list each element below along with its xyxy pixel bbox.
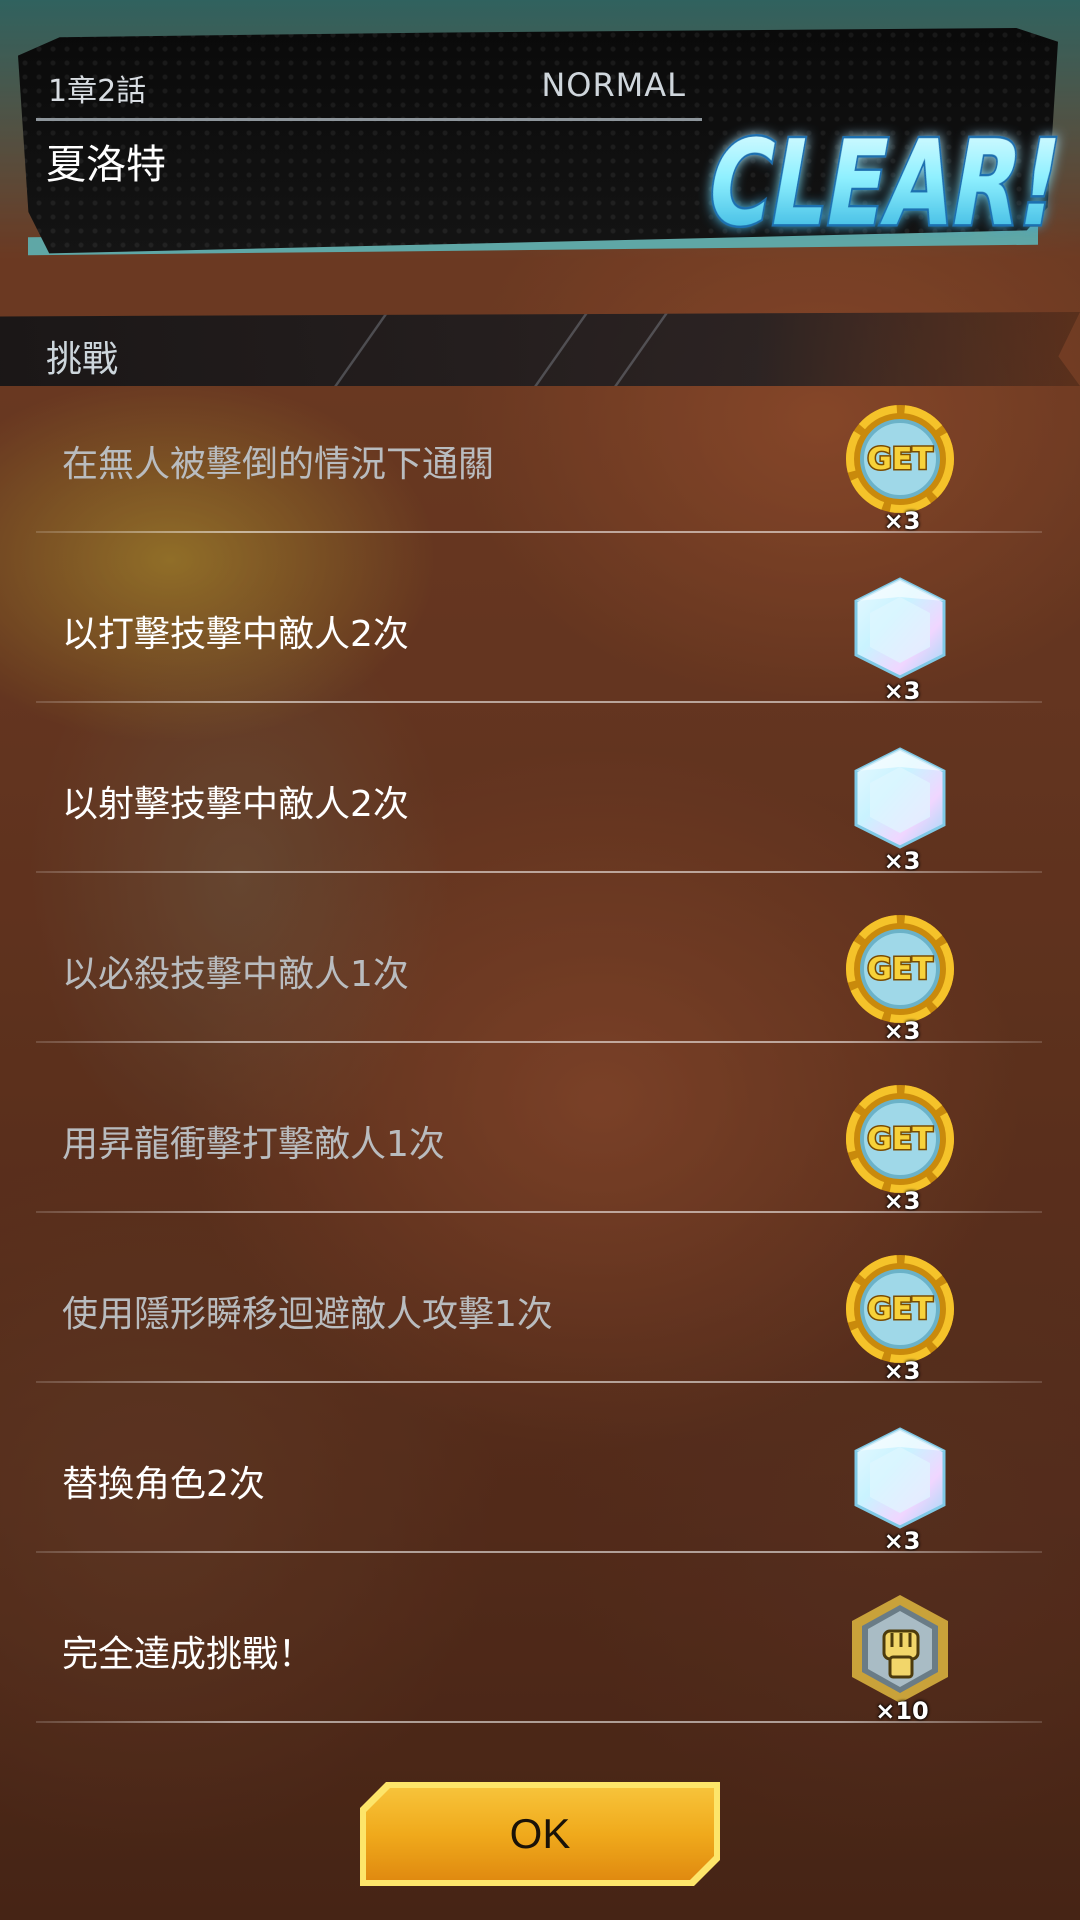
row-divider — [36, 701, 1042, 703]
get-medal-icon: GET — [840, 909, 960, 1029]
get-medal-icon: GET — [840, 399, 960, 519]
row-divider — [36, 531, 1042, 533]
challenge-label: 以必殺技擊中敵人1次 — [62, 954, 409, 995]
ok-button-label: OK — [509, 1810, 571, 1857]
challenge-row: 以打擊技擊中敵人2次 ×3 — [0, 575, 1080, 745]
header-divider — [36, 118, 702, 121]
challenge-label: 以打擊技擊中敵人2次 — [62, 614, 409, 655]
get-medal-label: GET — [867, 1122, 933, 1157]
chapter-label: 1章2話 — [48, 74, 147, 109]
get-medal-label: GET — [867, 442, 933, 477]
challenge-label: 在無人被擊倒的情況下通關 — [62, 444, 495, 485]
challenge-header-bar — [0, 312, 1080, 386]
challenge-label: 以射擊技擊中敵人2次 — [62, 784, 409, 825]
stage-name: 夏洛特 — [46, 142, 166, 188]
row-divider — [36, 871, 1042, 873]
challenge-row: 以射擊技擊中敵人2次 ×3 — [0, 745, 1080, 915]
chrono-crystal-icon — [840, 1419, 960, 1539]
challenge-label: 使用隱形瞬移迴避敵人攻擊1次 — [62, 1294, 553, 1335]
challenge-row: 用昇龍衝擊打擊敵人1次 GET ×3 — [0, 1085, 1080, 1255]
challenge-label: 用昇龍衝擊打擊敵人1次 — [62, 1124, 445, 1165]
row-divider — [36, 1551, 1042, 1553]
challenge-row: 以必殺技擊中敵人1次 GET ×3 — [0, 915, 1080, 1085]
get-medal-icon: GET — [840, 1079, 960, 1199]
row-divider — [36, 1211, 1042, 1213]
row-divider — [36, 1381, 1042, 1383]
challenge-label: 完全達成挑戰！ — [62, 1634, 315, 1675]
get-medal-label: GET — [867, 952, 933, 987]
chrono-crystal-icon — [840, 569, 960, 689]
challenge-row: 使用隱形瞬移迴避敵人攻擊1次 GET ×3 — [0, 1255, 1080, 1425]
row-divider — [36, 1721, 1042, 1723]
challenge-row: 替換角色2次 ×3 — [0, 1425, 1080, 1595]
ok-button[interactable]: OK — [356, 1778, 724, 1890]
clear-text: CLEAR! — [697, 116, 1071, 253]
row-divider — [36, 1041, 1042, 1043]
clear-banner: CLEAR! — [696, 113, 1074, 255]
fist-medal-icon — [840, 1589, 960, 1709]
challenge-row: 在無人被擊倒的情況下通關 GET ×3 — [0, 405, 1080, 575]
challenge-title: 挑戰 — [46, 339, 119, 380]
get-medal-label: GET — [867, 1292, 933, 1327]
challenge-label: 替換角色2次 — [62, 1464, 265, 1505]
chrono-crystal-icon — [840, 739, 960, 859]
stage-header: 1章2話 NORMAL 夏洛特 CLEAR! — [18, 28, 1074, 266]
get-medal-icon: GET — [840, 1249, 960, 1369]
challenge-row: 完全達成挑戰！ ×10 — [0, 1595, 1080, 1765]
difficulty-label: NORMAL — [541, 66, 686, 104]
